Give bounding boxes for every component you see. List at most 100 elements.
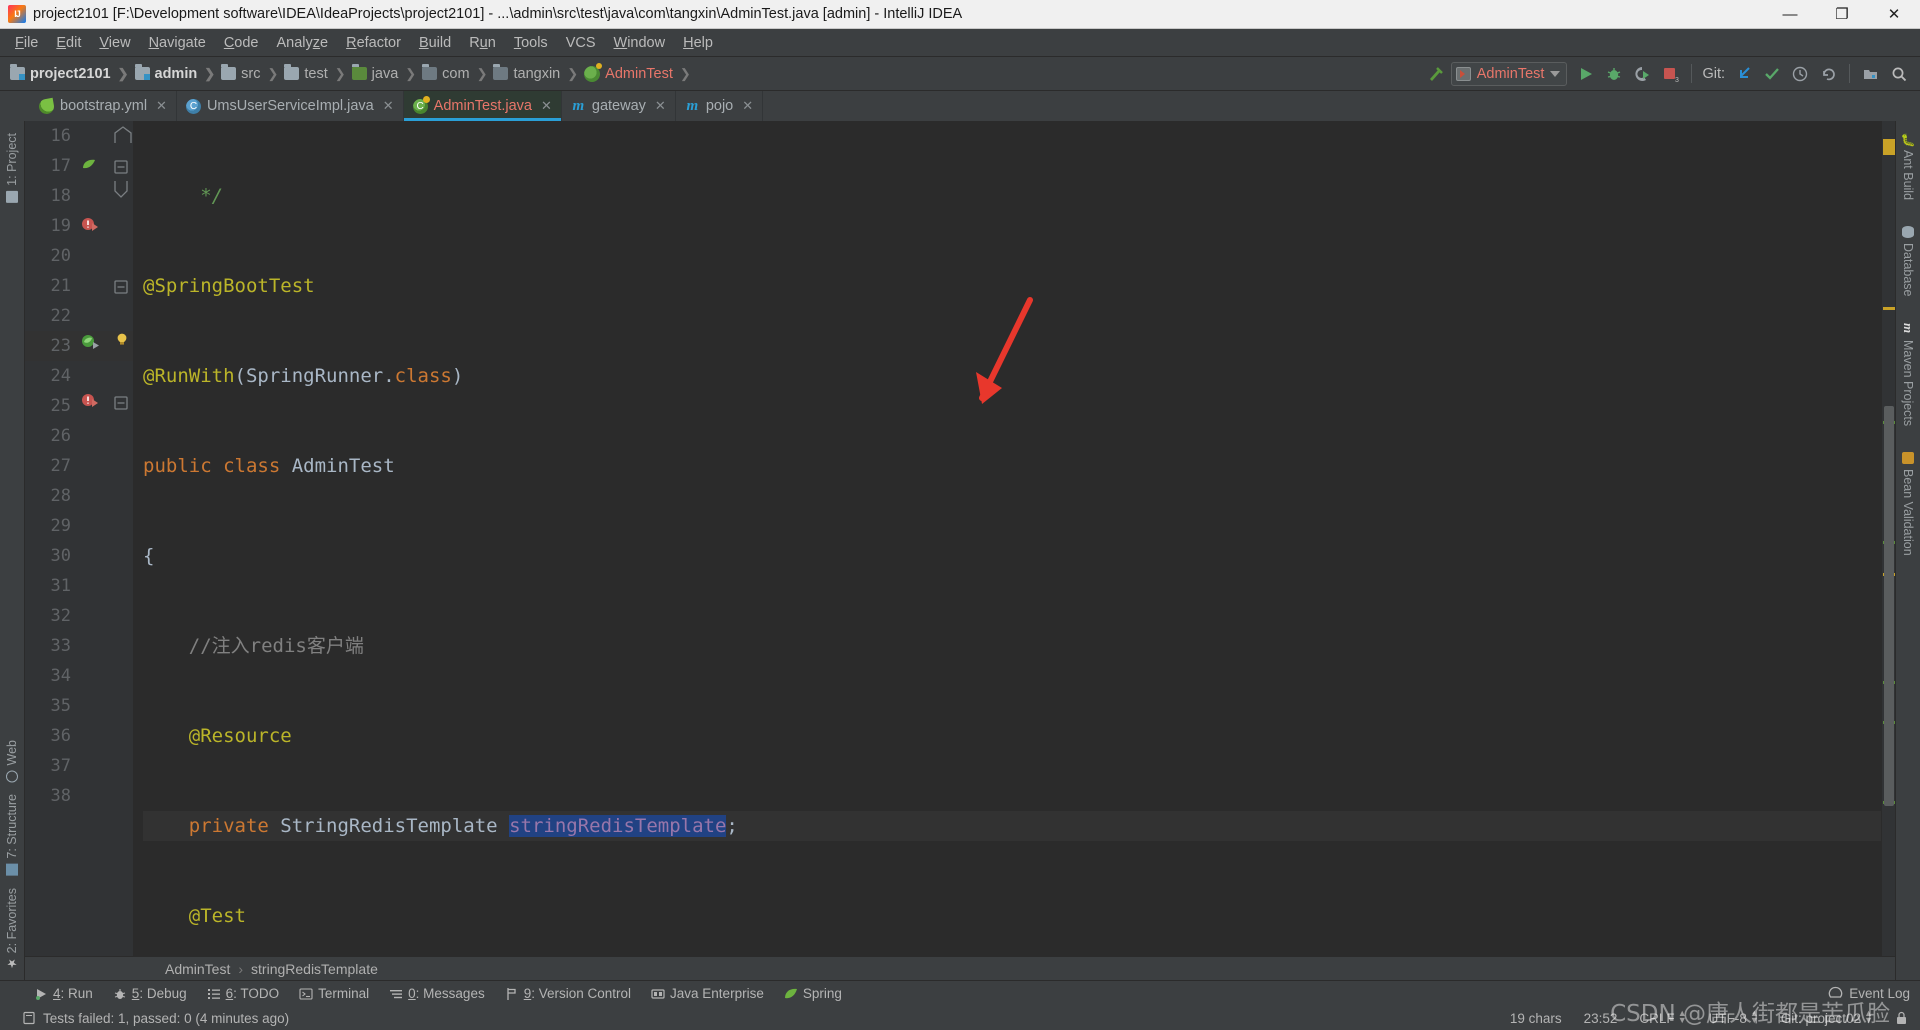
marker-warning[interactable] xyxy=(1883,139,1895,155)
tool-window-bar: 4: Run 5: Debug 6: TODO Terminal 0: Mess… xyxy=(0,980,1920,1006)
breadcrumb-separator: ❯ xyxy=(567,65,579,81)
editor-tab-label: AdminTest.java xyxy=(433,98,532,114)
stop-button[interactable]: 3 xyxy=(1657,61,1683,87)
git-history-button[interactable] xyxy=(1787,61,1813,87)
sidebar-item-favorites[interactable]: ★ 2: Favorites xyxy=(5,882,19,976)
editor-area: 16 17 18 19 20 21 22 23 24 25 26 27 28 2… xyxy=(25,121,1895,980)
status-git-branch[interactable]: Git: project02 ▲ ▼ xyxy=(1781,1009,1873,1027)
breadcrumb-java[interactable]: java ❯ xyxy=(351,64,423,82)
code-line-24: @Test xyxy=(143,905,246,927)
java-class-icon xyxy=(185,98,201,114)
breadcrumb-test[interactable]: test ❯ xyxy=(284,64,351,82)
tool-window-java-enterprise[interactable]: Java Enterprise xyxy=(651,986,764,1001)
sidebar-item-database[interactable]: Database xyxy=(1901,220,1915,303)
marker-warning[interactable] xyxy=(1883,307,1895,310)
tool-window-terminal[interactable]: Terminal xyxy=(299,986,369,1001)
editor-tab-gateway[interactable]: m gateway ✕ xyxy=(562,91,676,121)
close-icon[interactable]: ✕ xyxy=(655,98,666,114)
breadcrumb-admintest[interactable]: AdminTest ❯ xyxy=(584,62,697,82)
breadcrumb-project2101[interactable]: project2101 ❯ xyxy=(10,64,135,82)
favorites-star-icon: ★ xyxy=(5,956,19,970)
breadcrumb-tangxin[interactable]: tangxin ❯ xyxy=(493,64,584,82)
left-tool-window-strip: 1: Project Web 7: Structure ★ 2: Favorit… xyxy=(0,121,25,980)
tool-window-messages[interactable]: 0: Messages xyxy=(389,986,485,1001)
menu-window[interactable]: Window xyxy=(605,32,675,54)
editor-tab-bootstrap-yml[interactable]: bootstrap.yml ✕ xyxy=(30,91,177,121)
close-icon[interactable]: ✕ xyxy=(383,98,394,114)
sidebar-item-label: Ant Build xyxy=(1901,150,1915,201)
chevron-updown-icon: ▲ ▼ xyxy=(1749,1008,1759,1025)
breadcrumb-field[interactable]: stringRedisTemplate xyxy=(251,961,378,977)
menu-navigate[interactable]: Navigate xyxy=(140,32,215,54)
sidebar-item-maven-projects[interactable]: m Maven Projects xyxy=(1901,317,1916,432)
minimize-button[interactable]: — xyxy=(1764,0,1816,28)
menu-build[interactable]: Build xyxy=(410,32,460,54)
event-log-label[interactable]: Event Log xyxy=(1849,986,1910,1001)
coverage-icon xyxy=(1635,66,1650,81)
code-line-17: @SpringBootTest xyxy=(143,275,315,297)
menu-refactor[interactable]: Refactor xyxy=(337,32,410,54)
git-label: Git: xyxy=(1702,65,1725,82)
select-in-project-button[interactable] xyxy=(1858,61,1884,87)
editor-tab-pojo[interactable]: m pojo ✕ xyxy=(676,91,764,121)
main-content-row: 1: Project Web 7: Structure ★ 2: Favorit… xyxy=(0,121,1920,980)
git-commit-button[interactable] xyxy=(1759,61,1785,87)
status-caret-position[interactable]: 23:52 xyxy=(1584,1011,1618,1026)
window-title: project2101 [F:\Development software\IDE… xyxy=(33,6,963,22)
editor-scrollbar-thumb[interactable] xyxy=(1884,406,1894,806)
breadcrumb-separator: ❯ xyxy=(405,65,417,81)
tool-window-run[interactable]: 4: Run xyxy=(34,986,93,1001)
tool-window-label: : Messages xyxy=(415,986,485,1001)
git-rollback-button[interactable] xyxy=(1815,61,1841,87)
menu-tools[interactable]: Tools xyxy=(505,32,557,54)
menu-run[interactable]: Run xyxy=(460,32,505,54)
editor-tab-admintest-java[interactable]: AdminTest.java ✕ xyxy=(403,91,562,121)
editor-tab-umsuserserviceimpl-java[interactable]: UmsUserServiceImpl.java ✕ xyxy=(177,91,404,121)
folder-icon xyxy=(221,64,237,80)
breadcrumb-class[interactable]: AdminTest xyxy=(165,961,230,977)
chevron-updown-icon: ▲ ▼ xyxy=(1677,1008,1687,1025)
menu-edit[interactable]: Edit xyxy=(47,32,90,54)
editor-gutter[interactable]: 16 17 18 19 20 21 22 23 24 25 26 27 28 2… xyxy=(25,121,133,956)
code-editor[interactable]: 16 17 18 19 20 21 22 23 24 25 26 27 28 2… xyxy=(25,121,1895,956)
hammer-icon xyxy=(1429,66,1443,81)
tool-window-debug[interactable]: 5: Debug xyxy=(113,986,187,1001)
sidebar-item-project[interactable]: 1: Project xyxy=(5,127,19,209)
menu-help[interactable]: Help xyxy=(674,32,722,54)
run-icon xyxy=(1581,67,1593,80)
close-button[interactable]: ✕ xyxy=(1868,0,1920,28)
run-button[interactable] xyxy=(1573,61,1599,87)
code-content[interactable]: */ @SpringBootTest @RunWith(SpringRunner… xyxy=(133,121,1881,956)
breadcrumb-com[interactable]: com ❯ xyxy=(422,64,493,82)
tool-window-spring[interactable]: Spring xyxy=(784,986,842,1001)
run-configuration-selector[interactable]: AdminTest xyxy=(1450,61,1568,86)
status-line-separator[interactable]: CRLF ▲ ▼ xyxy=(1639,1008,1687,1027)
sidebar-item-structure[interactable]: 7: Structure xyxy=(5,788,19,882)
git-update-project-button[interactable] xyxy=(1731,61,1757,87)
tool-window-todo[interactable]: 6: TODO xyxy=(207,986,279,1001)
code-line-23: private StringRedisTemplate stringRedisT… xyxy=(143,811,1881,841)
menu-code[interactable]: Code xyxy=(215,32,268,54)
close-icon[interactable]: ✕ xyxy=(541,98,552,114)
editor-marker-strip[interactable] xyxy=(1881,121,1895,956)
sidebar-item-ant-build[interactable]: 🐛 Ant Build xyxy=(1901,127,1915,206)
search-everywhere-button[interactable] xyxy=(1886,61,1912,87)
status-encoding[interactable]: UTF-8 ▲ ▼ xyxy=(1709,1008,1759,1027)
menu-view[interactable]: View xyxy=(90,32,139,54)
close-icon[interactable]: ✕ xyxy=(742,98,753,114)
tool-window-version-control[interactable]: 9: Version Control xyxy=(505,986,631,1001)
breadcrumb-admin[interactable]: admin ❯ xyxy=(134,64,222,82)
menu-vcs[interactable]: VCS xyxy=(557,32,605,54)
sidebar-item-web[interactable]: Web xyxy=(5,734,19,788)
gutter-icons xyxy=(82,126,132,410)
menu-file[interactable]: File xyxy=(6,32,47,54)
debug-button[interactable] xyxy=(1601,61,1627,87)
run-with-coverage-button[interactable] xyxy=(1629,61,1655,87)
maven-module-icon: m xyxy=(572,97,585,114)
close-icon[interactable]: ✕ xyxy=(156,98,167,114)
menu-analyze[interactable]: Analyze xyxy=(268,32,338,54)
sidebar-item-bean-validation[interactable]: Bean Validation xyxy=(1901,446,1915,562)
build-project-button[interactable] xyxy=(1423,61,1449,87)
maximize-button[interactable]: ❐ xyxy=(1816,0,1868,28)
breadcrumb-src[interactable]: src ❯ xyxy=(221,64,284,82)
